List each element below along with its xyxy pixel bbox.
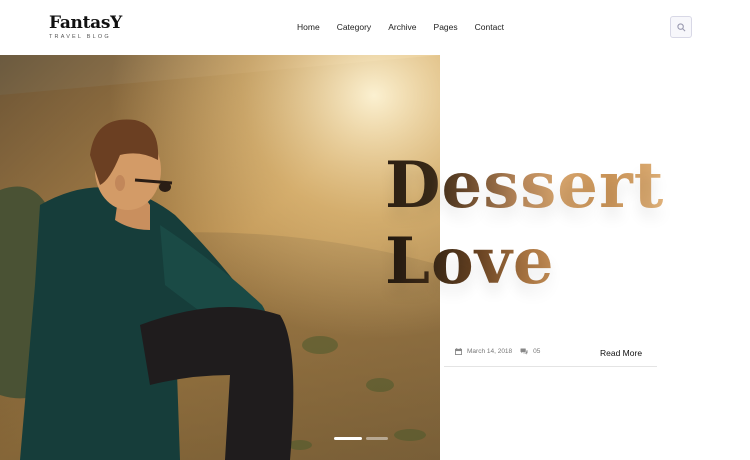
slider-indicators xyxy=(334,437,388,440)
calendar-icon xyxy=(455,348,462,355)
nav-item-pages[interactable]: Pages xyxy=(434,21,458,33)
search-button[interactable] xyxy=(670,16,692,38)
post-date: March 14, 2018 xyxy=(467,348,513,355)
hero-image xyxy=(0,55,440,460)
nav-item-home[interactable]: Home xyxy=(297,21,320,33)
nav-item-contact[interactable]: Contact xyxy=(475,21,504,33)
comments-icon xyxy=(520,348,528,355)
post-title[interactable]: Dessert Love xyxy=(385,148,664,300)
read-more-link[interactable]: Read More xyxy=(600,348,642,358)
meta-divider xyxy=(444,366,657,367)
logo-title: FantasY xyxy=(49,13,122,33)
logo-tagline: TRAVEL BLOG xyxy=(49,34,111,40)
main-nav: Home Category Archive Pages Contact xyxy=(297,21,504,33)
post-meta: March 14, 2018 05 xyxy=(455,348,540,355)
search-icon xyxy=(676,22,685,31)
site-logo[interactable]: FantasY TRAVEL BLOG xyxy=(49,14,122,40)
slider-dot-active[interactable] xyxy=(334,437,362,440)
slider-dot[interactable] xyxy=(366,437,388,440)
nav-item-category[interactable]: Category xyxy=(337,21,372,33)
nav-item-archive[interactable]: Archive xyxy=(388,21,416,33)
post-title-line-1: Dessert xyxy=(385,148,665,223)
post-comment-count[interactable]: 05 xyxy=(533,348,540,355)
post-title-line-2: Love xyxy=(385,224,664,300)
site-header: FantasY TRAVEL BLOG Home Category Archiv… xyxy=(0,0,750,55)
